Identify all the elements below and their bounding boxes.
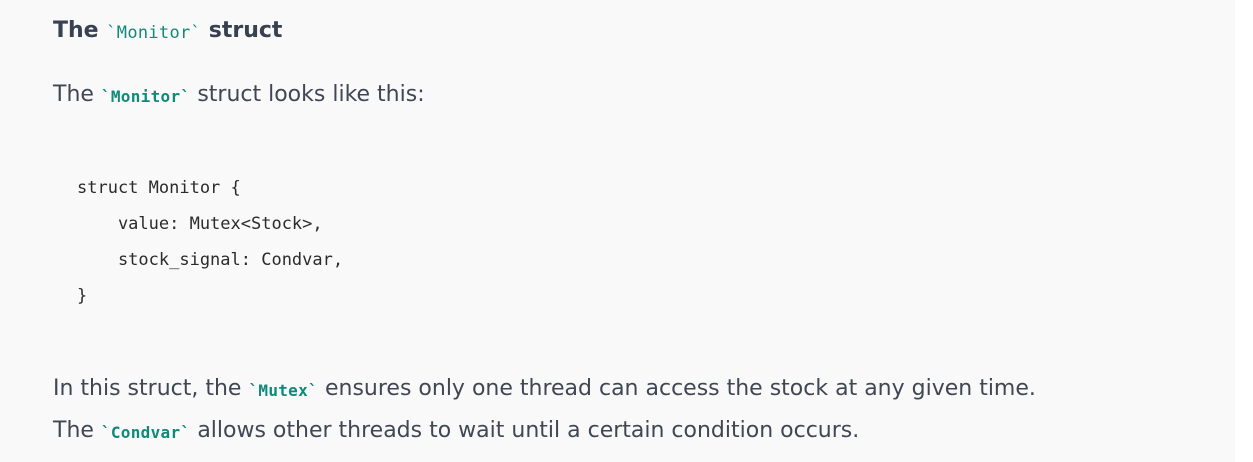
heading-suffix: struct	[201, 18, 283, 43]
condvar-suffix: allows other threads to wait until a cer…	[190, 418, 860, 443]
heading-inline-code: `Monitor`	[106, 23, 202, 43]
code-block: struct Monitor { value: Mutex<Stock>, st…	[77, 171, 343, 315]
condvar-paragraph: The `Condvar` allows other threads to wa…	[53, 415, 859, 448]
intro-paragraph: The `Monitor` struct looks like this:	[53, 79, 425, 112]
section-heading: The `Monitor` struct	[53, 14, 282, 49]
mutex-inline-code: `Mutex`	[248, 381, 318, 400]
code-line: struct Monitor {	[77, 178, 241, 198]
intro-suffix: struct looks like this:	[190, 82, 425, 107]
condvar-prefix: The	[53, 418, 101, 443]
code-line: stock_signal: Condvar,	[77, 250, 344, 270]
heading-prefix: The	[53, 18, 107, 43]
intro-inline-code: `Monitor`	[100, 87, 191, 106]
mutex-prefix: In this struct, the	[53, 376, 249, 401]
mutex-paragraph: In this struct, the `Mutex` ensures only…	[53, 373, 1036, 406]
condvar-inline-code: `Condvar`	[100, 423, 191, 442]
code-line: value: Mutex<Stock>,	[77, 214, 323, 234]
document-page: The `Monitor` struct The `Monitor` struc…	[0, 0, 1253, 462]
mutex-suffix: ensures only one thread can access the s…	[317, 376, 1036, 401]
scrollbar-track[interactable]	[1235, 0, 1253, 462]
code-line: }	[77, 286, 88, 306]
intro-prefix: The	[53, 82, 101, 107]
